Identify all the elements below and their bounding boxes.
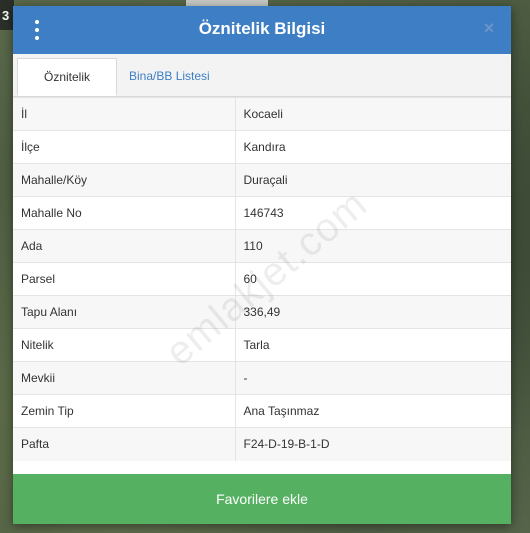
row-value: Duraçali: [235, 163, 511, 197]
tab-attribute-info[interactable]: Öznitelik Bilgisi: [17, 58, 117, 120]
row-value: 60: [235, 262, 511, 296]
table-row: İl Kocaeli: [13, 97, 511, 131]
table-row: Mevkii -: [13, 361, 511, 395]
row-key: Mahalle No: [13, 196, 236, 230]
row-value: 146743: [235, 196, 511, 230]
row-key: Nitelik: [13, 328, 236, 362]
table-row: Mahalle/Köy Duraçali: [13, 163, 511, 197]
table-row: Ada 110: [13, 229, 511, 263]
row-key: İl: [13, 97, 236, 131]
row-value: 110: [235, 229, 511, 263]
map-label: 3: [2, 8, 10, 23]
row-key: Mahalle/Köy: [13, 163, 236, 197]
row-value: -: [235, 361, 511, 395]
row-value: Kocaeli: [235, 97, 511, 131]
attribute-table: İl Kocaeli İlçe Kandıra Mahalle/Köy Duraçal…: [13, 97, 511, 461]
table-row: Nitelik Tarla: [13, 328, 511, 362]
row-value: F24-D-19-B-1-D: [235, 427, 511, 461]
table-row: İlçe Kandıra: [13, 130, 511, 164]
table-row: Pafta F24-D-19-B-1-D: [13, 427, 511, 461]
row-key: Pafta: [13, 427, 236, 461]
row-value: Tarla: [235, 328, 511, 362]
row-key: Parsel: [13, 262, 236, 296]
table-row: Zemin Tip Ana Taşınmaz: [13, 394, 511, 428]
table-row: Tapu Alanı 336,49: [13, 295, 511, 329]
table-row: Parsel 60: [13, 262, 511, 296]
row-key: Tapu Alanı: [13, 295, 236, 329]
table-row: Mahalle No 146743: [13, 196, 511, 230]
tab-bar: Öznitelik Bilgisi Bina/BB Listesi: [13, 54, 511, 120]
row-key: Zemin Tip: [13, 394, 236, 428]
row-value: 336,49: [235, 295, 511, 329]
row-key: İlçe: [13, 130, 236, 164]
tab-building-list[interactable]: Bina/BB Listesi: [119, 58, 220, 96]
attribute-dialog: Öznitelik Bilgisi × Öznitelik Bilgisi Bi…: [13, 6, 511, 524]
row-value: Ana Taşınmaz: [235, 394, 511, 428]
row-key: Mevkii: [13, 361, 236, 395]
row-value: Kandıra: [235, 130, 511, 164]
add-to-favorites-button[interactable]: Favorilere ekle: [13, 474, 511, 524]
close-icon[interactable]: ×: [479, 18, 499, 38]
dialog-header: Öznitelik Bilgisi ×: [13, 6, 511, 54]
dialog-title: Öznitelik Bilgisi: [198, 19, 326, 38]
row-key: Ada: [13, 229, 236, 263]
